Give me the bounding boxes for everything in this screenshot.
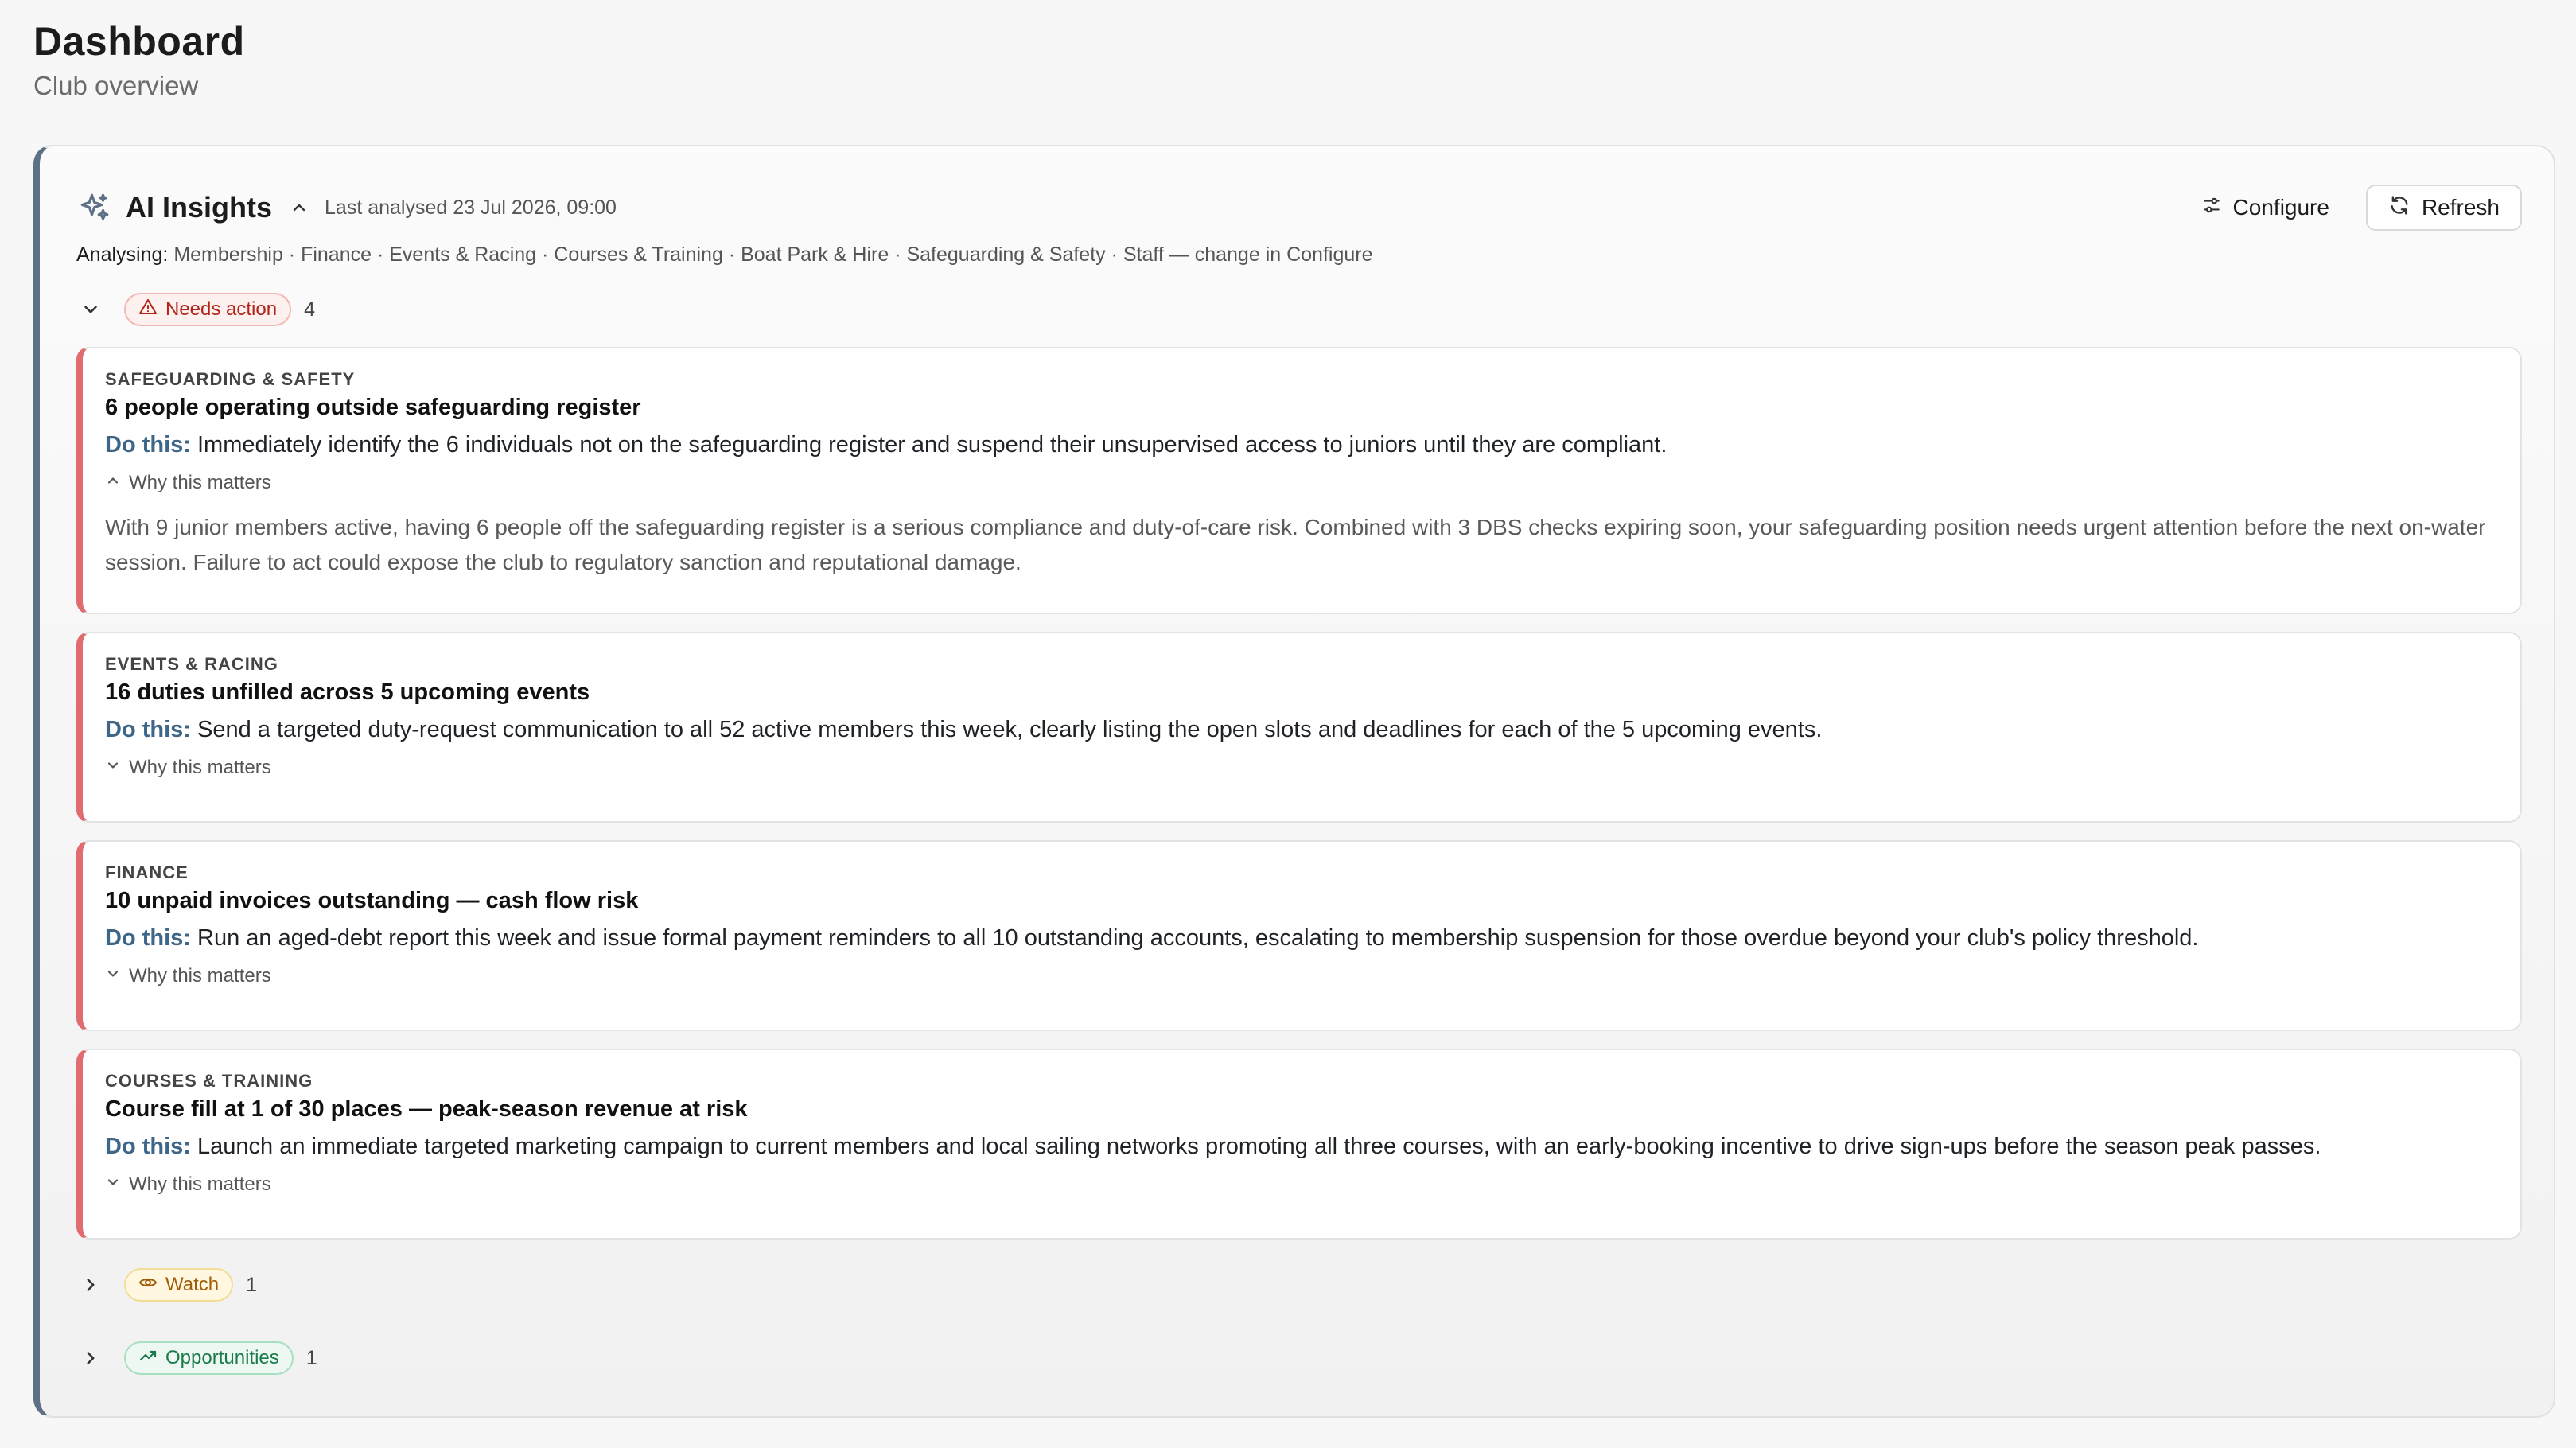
analysing-label: Analysing: bbox=[76, 243, 169, 266]
card-action: Do this: Immediately identify the 6 indi… bbox=[105, 429, 2496, 461]
ai-insights-header: AI Insights Last analysed 23 Jul 2026, 0… bbox=[76, 180, 2522, 235]
do-this-label: Do this: bbox=[105, 717, 191, 742]
page-subtitle: Club overview bbox=[33, 71, 199, 100]
card-category: EVENTS & RACING bbox=[105, 654, 278, 674]
opportunities-badge: Opportunities bbox=[124, 1341, 294, 1375]
card-action-text: Send a targeted duty-request communicati… bbox=[197, 717, 1823, 742]
ai-insights-panel: AI Insights Last analysed 23 Jul 2026, 0… bbox=[33, 145, 2555, 1418]
insight-card: FINANCE 10 unpaid invoices outstanding —… bbox=[76, 840, 2522, 1031]
watch-label: Watch bbox=[165, 1274, 220, 1295]
card-action: Do this: Send a targeted duty-request co… bbox=[105, 714, 2496, 745]
card-category: COURSES & TRAINING bbox=[105, 1071, 313, 1091]
chevron-down-icon bbox=[105, 965, 121, 987]
insight-card: EVENTS & RACING 16 duties unfilled acros… bbox=[76, 632, 2522, 823]
do-this-label: Do this: bbox=[105, 432, 191, 457]
card-action: Do this: Launch an immediate targeted ma… bbox=[105, 1131, 2496, 1162]
do-this-label: Do this: bbox=[105, 925, 191, 951]
why-label: Why this matters bbox=[129, 1174, 271, 1195]
chevron-down-icon bbox=[105, 1174, 121, 1196]
refresh-button[interactable]: Refresh bbox=[2365, 185, 2522, 231]
why-label: Why this matters bbox=[129, 965, 271, 987]
chevron-right-icon[interactable] bbox=[76, 1344, 105, 1372]
eye-icon bbox=[138, 1273, 158, 1298]
chevron-down-icon[interactable] bbox=[76, 295, 105, 324]
card-title: Course fill at 1 of 30 places — peak-sea… bbox=[105, 1096, 748, 1122]
refresh-icon bbox=[2388, 194, 2411, 222]
refresh-label: Refresh bbox=[2421, 195, 2500, 220]
do-this-label: Do this: bbox=[105, 1134, 191, 1159]
insight-card: COURSES & TRAINING Course fill at 1 of 3… bbox=[76, 1049, 2522, 1240]
last-analysed-text: Last analysed 23 Jul 2026, 09:00 bbox=[325, 196, 617, 219]
card-title: 6 people operating outside safeguarding … bbox=[105, 395, 641, 420]
analysing-text[interactable]: Membership · Finance · Events & Racing ·… bbox=[173, 243, 1372, 266]
why-toggle[interactable]: Why this matters bbox=[105, 1174, 2496, 1196]
warning-triangle-icon bbox=[138, 298, 158, 322]
why-toggle[interactable]: Why this matters bbox=[105, 757, 2496, 779]
sliders-icon bbox=[2201, 195, 2222, 221]
needs-action-count: 4 bbox=[304, 298, 315, 321]
card-category: SAFEGUARDING & SAFETY bbox=[105, 369, 356, 389]
ai-insights-title: AI Insights bbox=[126, 191, 273, 224]
why-toggle[interactable]: Why this matters bbox=[105, 472, 2496, 494]
card-category: FINANCE bbox=[105, 862, 189, 882]
card-title: 10 unpaid invoices outstanding — cash fl… bbox=[105, 888, 639, 913]
opportunities-label: Opportunities bbox=[165, 1347, 279, 1368]
needs-action-badge: Needs action bbox=[124, 293, 292, 326]
card-action-text: Run an aged-debt report this week and is… bbox=[197, 925, 2199, 951]
group-watch[interactable]: Watch 1 bbox=[76, 1268, 257, 1302]
card-action-text: Immediately identify the 6 individuals n… bbox=[197, 432, 1667, 457]
analysing-line: Analysing: Membership · Finance · Events… bbox=[76, 243, 1373, 267]
watch-count: 1 bbox=[246, 1273, 258, 1296]
why-toggle[interactable]: Why this matters bbox=[105, 965, 2496, 987]
why-label: Why this matters bbox=[129, 757, 271, 778]
configure-button[interactable]: Configure bbox=[2179, 185, 2352, 231]
group-needs-action[interactable]: Needs action 4 bbox=[76, 293, 315, 326]
card-title: 16 duties unfilled across 5 upcoming eve… bbox=[105, 679, 590, 705]
card-action-text: Launch an immediate targeted marketing c… bbox=[197, 1134, 2321, 1159]
card-action: Do this: Run an aged-debt report this we… bbox=[105, 922, 2496, 954]
chevron-up-icon[interactable] bbox=[288, 197, 310, 219]
chevron-down-icon bbox=[105, 757, 121, 779]
insight-card: SAFEGUARDING & SAFETY 6 people operating… bbox=[76, 347, 2522, 614]
watch-badge: Watch bbox=[124, 1268, 234, 1302]
configure-label: Configure bbox=[2232, 195, 2329, 220]
page-header: Dashboard Club overview bbox=[33, 18, 245, 102]
trending-up-icon bbox=[138, 1346, 158, 1371]
chevron-right-icon[interactable] bbox=[76, 1271, 105, 1299]
why-label: Why this matters bbox=[129, 472, 271, 493]
group-opportunities[interactable]: Opportunities 1 bbox=[76, 1341, 317, 1375]
page-title: Dashboard bbox=[33, 19, 245, 64]
why-explanation: With 9 junior members active, having 6 p… bbox=[105, 515, 2486, 574]
dashboard-page: Dashboard Club overview AI Insights Last… bbox=[0, 0, 2576, 1448]
header-actions: Configure Refresh bbox=[2179, 185, 2522, 231]
needs-action-label: Needs action bbox=[165, 298, 278, 320]
chevron-up-icon bbox=[105, 472, 121, 494]
opportunities-count: 1 bbox=[305, 1346, 317, 1369]
sparkles-icon bbox=[76, 189, 113, 226]
